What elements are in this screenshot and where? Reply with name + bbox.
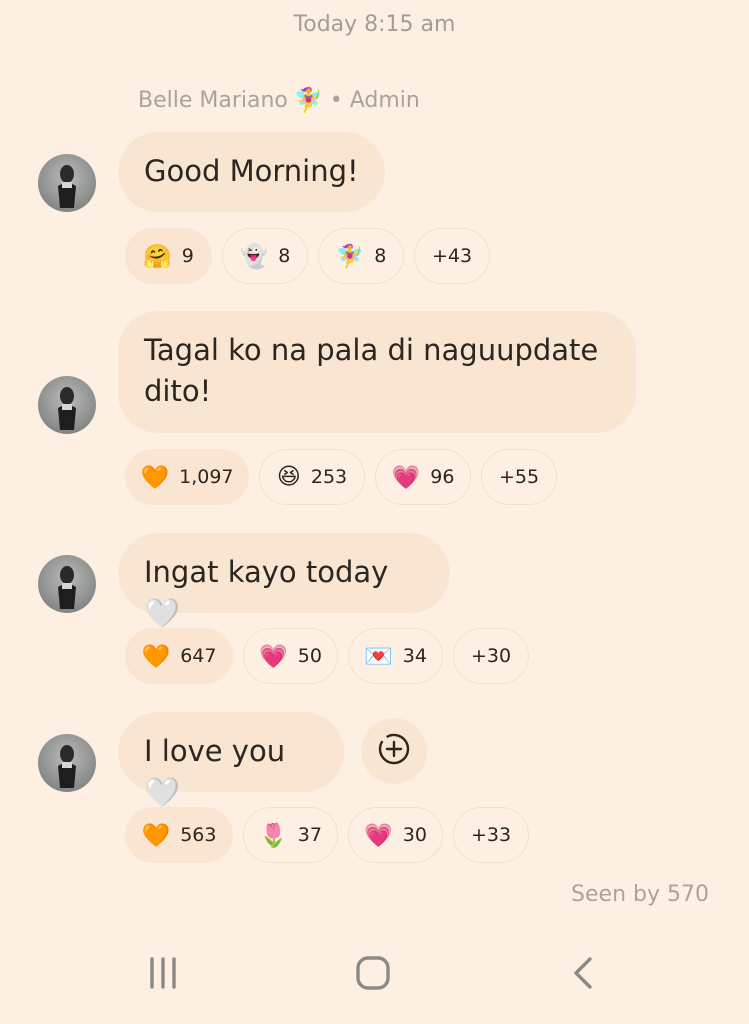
love-letter-icon: 💌 [364,643,393,670]
reaction-count: +30 [470,645,512,667]
recent-apps-icon [146,956,180,994]
message-bubble[interactable]: Ingat kayo today🤍 [118,533,450,630]
reaction-row: 🤗 9 👻 8 🧚‍♀️ 8 +43 [125,228,490,284]
sparkling-heart-icon: 💗 [364,822,393,849]
reaction-chip[interactable]: 😆 253 [259,449,365,505]
reaction-chip[interactable]: 🧡 563 [125,807,233,863]
reaction-count: 96 [430,466,455,488]
avatar[interactable] [38,555,96,613]
reaction-count: 563 [180,824,217,846]
more-reactions-chip[interactable]: +43 [414,228,490,284]
back-chevron-icon [568,955,598,995]
reaction-count: 8 [374,245,387,267]
tulip-icon: 🌷 [259,822,288,849]
reaction-chip[interactable]: 👻 8 [222,228,308,284]
reaction-chip[interactable]: 🤗 9 [125,228,212,284]
reaction-row: 🧡 563 🌷 37 💗 30 +33 [125,807,529,863]
more-reactions-chip[interactable]: +55 [481,449,557,505]
reaction-count: 8 [278,245,291,267]
back-button[interactable] [553,950,613,1000]
avatar[interactable] [38,734,96,792]
sender-label: Belle Mariano 🧚‍♀️ • Admin [138,86,420,114]
avatar[interactable] [38,376,96,434]
reaction-chip[interactable]: 🧚‍♀️ 8 [318,228,404,284]
orange-heart-icon: 🧡 [141,822,171,849]
reaction-chip[interactable]: 🧡 1,097 [125,449,249,505]
more-reactions-chip[interactable]: +33 [453,807,529,863]
reaction-chip[interactable]: 💗 50 [243,628,338,684]
sender-name: Belle Mariano [138,87,288,113]
reaction-count: +33 [470,824,512,846]
home-button[interactable] [343,950,403,1000]
sparkling-heart-icon: 💗 [259,643,288,670]
reaction-count: 253 [310,466,348,488]
reaction-count: +43 [431,245,473,267]
reaction-chip[interactable]: 🧡 647 [125,628,233,684]
fairy-icon: 🧚‍♀️ [335,243,365,270]
reaction-chip[interactable]: 💗 96 [375,449,471,505]
ghost-icon: 👻 [239,243,269,270]
reaction-count: 34 [402,645,427,667]
reaction-count: +55 [498,466,540,488]
sender-role: • Admin [329,87,420,113]
add-reaction-button[interactable] [361,718,427,784]
add-reaction-icon [376,731,412,771]
reaction-chip[interactable]: 🌷 37 [243,807,338,863]
message-bubble[interactable]: Tagal ko na pala di naguupdate dito! [118,311,636,433]
avatar[interactable] [38,154,96,212]
reaction-row: 🧡 647 💗 50 💌 34 +30 [125,628,529,684]
reaction-chip[interactable]: 💗 30 [348,807,443,863]
reaction-count: 30 [402,824,427,846]
reaction-count: 9 [181,245,194,267]
reaction-count: 647 [180,645,217,667]
hugging-face-icon: 🤗 [143,243,172,270]
orange-heart-icon: 🧡 [141,643,171,670]
reaction-row: 🧡 1,097 😆 253 💗 96 +55 [125,449,557,505]
orange-heart-icon: 🧡 [140,464,170,491]
message-bubble[interactable]: Good Morning! [118,132,385,212]
reaction-count: 1,097 [179,466,234,488]
recent-apps-button[interactable] [133,950,193,1000]
reaction-count: 37 [297,824,322,846]
system-navigation-bar [0,940,749,1010]
sparkling-heart-icon: 💗 [391,464,421,491]
reaction-count: 50 [297,645,322,667]
home-icon [355,955,391,995]
fairy-icon: 🧚‍♀️ [293,86,324,114]
more-reactions-chip[interactable]: +30 [453,628,529,684]
grinning-squint-face-icon: 😆 [276,464,301,490]
message-bubble[interactable]: I love you🤍 [118,712,344,809]
reaction-chip[interactable]: 💌 34 [348,628,443,684]
timestamp: Today 8:15 am [293,12,456,37]
seen-by-label[interactable]: Seen by 570 [571,882,709,907]
